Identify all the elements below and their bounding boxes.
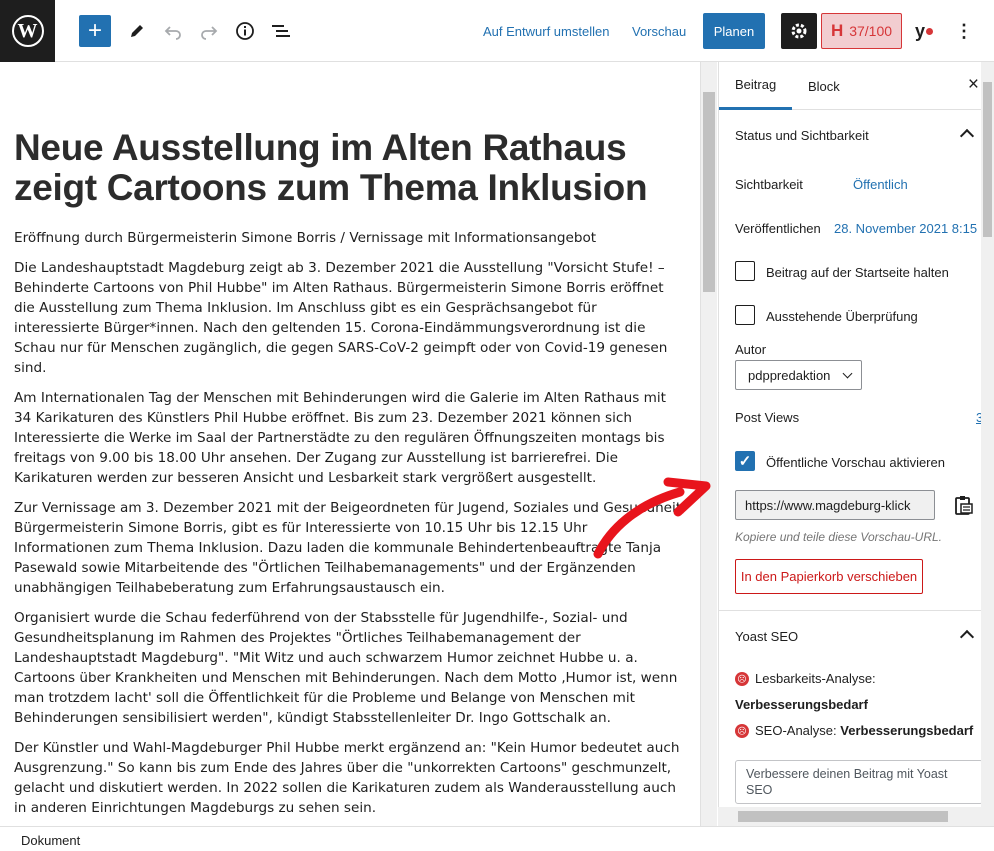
visibility-label: Sichtbarkeit [735,177,803,192]
breadcrumb-document[interactable]: Dokument [21,833,80,848]
pencil-icon[interactable] [121,14,153,48]
sidebar-horizontal-scrollbar[interactable] [718,807,994,826]
block-breadcrumb-bar: Dokument [0,826,994,851]
author-select[interactable]: pdppredaktion [735,360,862,390]
publish-date-link[interactable]: 28. November 2021 8:15 [834,221,977,236]
clipboard-copy-icon[interactable] [953,495,975,517]
preview-button[interactable]: Vorschau [632,14,686,48]
close-icon[interactable]: × [968,74,979,96]
yoast-improve-button[interactable]: Verbessere deinen Beitrag mit Yoast SEO [735,760,983,804]
tab-post[interactable]: Beitrag [719,62,793,110]
editor-scrollbar-thumb[interactable] [703,92,715,292]
yoast-letter: y [914,20,925,41]
editor-canvas: Neue Ausstellung im Alten Rathaus zeigt … [0,62,700,826]
schedule-button[interactable]: Planen [703,13,765,49]
chevron-up-icon[interactable] [959,128,975,144]
wordpress-logo-button[interactable]: W [0,0,55,62]
post-paragraph[interactable]: Eröffnung durch Bürgermeisterin Simone B… [14,228,686,248]
public-preview-label: Öffentliche Vorschau aktivieren [766,455,945,470]
readability-analysis-label[interactable]: Lesbarkeits-Analyse: [755,671,876,686]
post-paragraph[interactable]: Organisiert wurde die Schau federführend… [14,608,686,728]
seo-analysis-row[interactable]: SEO-Analyse: Verbesserungsbedarf [755,723,973,738]
seo-score-button[interactable]: H 37/100 [821,13,902,49]
editor-scrollbar[interactable] [700,62,717,826]
readability-analysis-value: Verbesserungsbedarf [735,697,868,712]
publish-date-label: Veröffentlichen [735,221,821,236]
info-icon[interactable] [229,14,261,48]
yoast-icon[interactable]: y [906,14,942,48]
seo-analysis-label: SEO-Analyse: [755,723,837,738]
tab-block[interactable]: Block [808,62,840,110]
add-block-button[interactable]: + [79,15,111,47]
sidebar-vertical-scrollbar-thumb[interactable] [983,82,992,237]
sidebar-horizontal-scrollbar-thumb[interactable] [738,811,948,822]
sad-face-icon: ☹ [735,724,749,738]
chevron-down-icon [842,368,853,379]
sticky-checkbox[interactable] [735,261,755,281]
sidebar-tabs: Beitrag Block × [719,62,994,110]
settings-sidebar: Beitrag Block × Status und Sichtbarkeit … [718,62,994,826]
seo-analysis-value: Verbesserungsbedarf [840,723,974,738]
post-paragraph[interactable]: Zur Vernissage am 3. Dezember 2021 mit d… [14,498,686,598]
post-paragraph[interactable]: Der Künstler und Wahl-Magdeburger Phil H… [14,738,686,818]
seo-score-value: 37/100 [849,23,893,39]
redo-icon[interactable] [193,14,225,48]
sidebar-vertical-scrollbar[interactable] [981,62,994,807]
editor-header: W + Auf Entwurf umstellen Vorschau Plane… [0,0,994,62]
wordpress-icon: W [11,15,44,47]
post-paragraph[interactable]: Die Landeshauptstadt Magdeburg zeigt ab … [14,258,686,378]
chevron-up-icon[interactable] [959,629,975,645]
yoast-status-dot [926,27,933,35]
post-paragraph[interactable]: Am Internationalen Tag der Menschen mit … [14,388,686,488]
post-title[interactable]: Neue Ausstellung im Alten Rathaus zeigt … [14,128,694,208]
seo-h-icon: H [830,21,844,40]
undo-icon[interactable] [157,14,189,48]
status-visibility-panel-title[interactable]: Status und Sichtbarkeit [735,128,869,143]
visibility-value-link[interactable]: Öffentlich [853,177,908,192]
yoast-panel-title[interactable]: Yoast SEO [735,629,798,644]
move-to-trash-button[interactable]: In den Papierkorb verschieben [735,559,923,594]
pending-review-checkbox[interactable] [735,305,755,325]
switch-to-draft-button[interactable]: Auf Entwurf umstellen [483,14,609,48]
list-view-icon[interactable] [265,14,297,48]
author-label: Autor [735,342,767,357]
preview-url-input[interactable]: https://www.magdeburg-klick [735,490,935,520]
preview-url-hint: Kopiere und teile diese Vorschau-URL. [735,530,943,544]
pending-review-label: Ausstehende Überprüfung [766,309,918,324]
panel-divider [719,610,994,611]
post-views-label: Post Views [735,410,800,425]
sad-face-icon: ☹ [735,672,749,686]
sticky-label: Beitrag auf der Startseite halten [766,265,949,280]
public-preview-checkbox[interactable]: ✓ [735,451,755,471]
more-options-icon[interactable]: ⋮ [948,14,980,48]
author-select-value: pdppredaktion [748,367,831,383]
settings-gear-icon[interactable] [781,13,817,49]
